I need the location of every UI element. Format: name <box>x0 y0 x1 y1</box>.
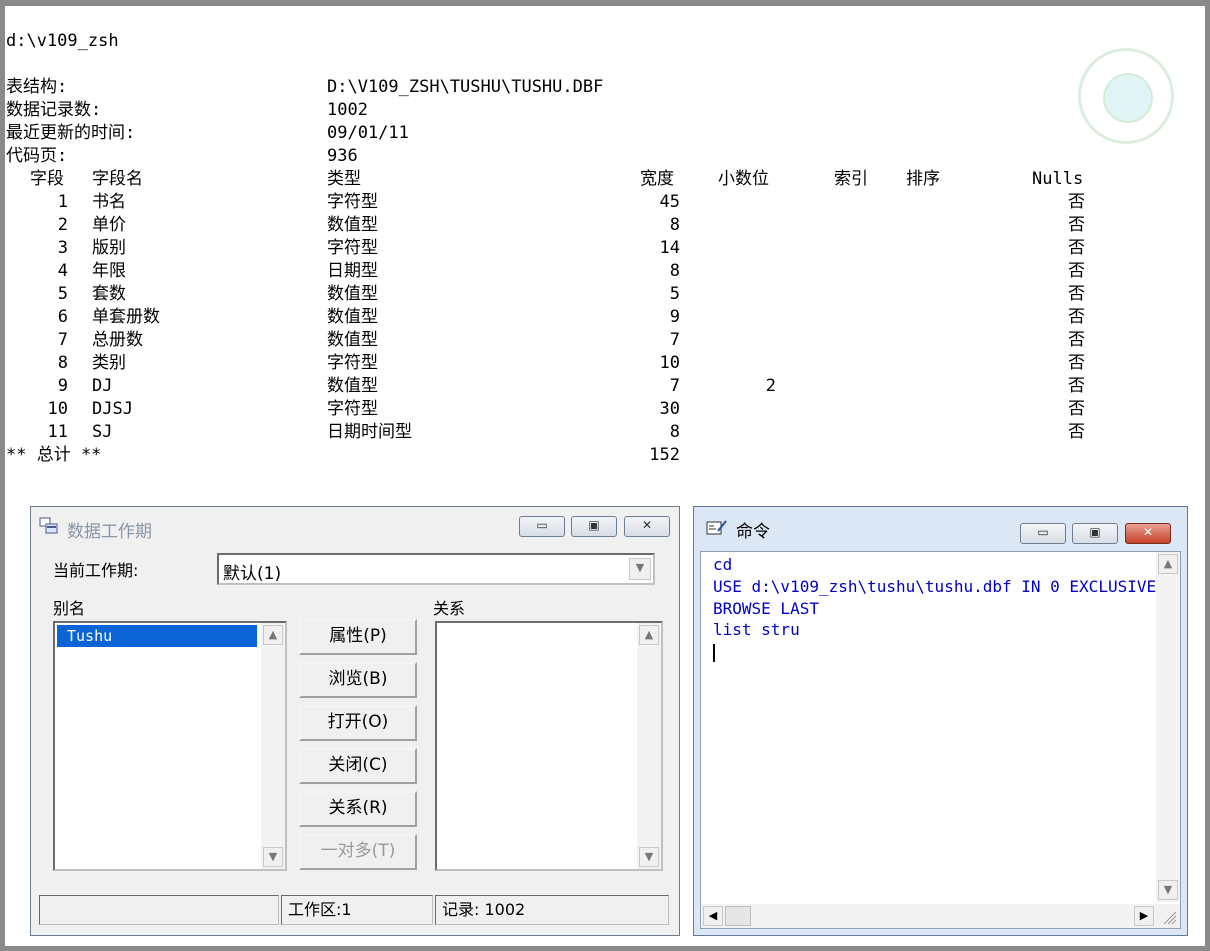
path-line: d:\v109_zsh <box>6 31 119 51</box>
command-titlebar[interactable]: 命令 ▭ ▣ ✕ <box>694 507 1187 545</box>
close-icon: ✕ <box>1142 525 1154 539</box>
chevron-down-icon: ▼ <box>635 561 645 574</box>
command-horizontal-scrollbar[interactable]: ◀ ▶ <box>701 904 1156 928</box>
list-item[interactable]: Tushu <box>57 625 257 647</box>
status-record: 记录: 1002 <box>435 895 669 925</box>
watermark-seal-center <box>1103 73 1153 123</box>
one-to-many-button[interactable]: 一对多(T) <box>299 834 417 870</box>
browse-button[interactable]: 浏览(B) <box>299 662 417 698</box>
properties-button[interactable]: 属性(P) <box>299 619 417 655</box>
command-app-icon <box>706 519 728 537</box>
relation-list[interactable]: ▲ ▼ <box>435 621 663 871</box>
command-minimize-button[interactable]: ▭ <box>1020 523 1066 544</box>
resize-grip-icon <box>1163 911 1177 925</box>
chevron-down-icon: ▼ <box>1163 883 1173 896</box>
command-scroll-thumb[interactable] <box>725 906 751 926</box>
struct-label: 表结构: <box>6 77 68 97</box>
datasession-minimize-button[interactable]: ▭ <box>519 516 565 537</box>
codepage-value: 936 <box>327 146 358 166</box>
datasession-maximize-button[interactable]: ▣ <box>571 516 617 537</box>
command-scroll-right[interactable]: ▶ <box>1134 906 1154 926</box>
chevron-up-icon: ▲ <box>644 628 654 641</box>
relation-scroll-up[interactable]: ▲ <box>639 625 659 645</box>
command-scroll-up[interactable]: ▲ <box>1158 554 1178 574</box>
maximize-icon: ▣ <box>588 518 600 532</box>
maximize-icon: ▣ <box>1089 525 1101 539</box>
close-table-button[interactable]: 关闭(C) <box>299 748 417 784</box>
status-workarea: 工作区:1 <box>281 895 433 925</box>
datasession-app-icon <box>39 517 59 535</box>
alias-label: 别名 <box>53 599 86 618</box>
header-name: 字段名 <box>92 169 143 189</box>
alias-scroll-up[interactable]: ▲ <box>263 625 283 645</box>
command-editor[interactable]: cd USE d:\v109_zsh\tushu\tushu.dbf IN 0 … <box>700 551 1181 929</box>
relation-label: 关系 <box>433 599 466 618</box>
chevron-up-icon: ▲ <box>268 628 278 641</box>
command-scroll-down[interactable]: ▼ <box>1158 880 1178 900</box>
current-session-dropdown-button[interactable]: ▼ <box>629 558 651 580</box>
alias-list[interactable]: Tushu ▲ ▼ <box>53 621 287 871</box>
command-line: USE d:\v109_zsh\tushu\tushu.dbf IN 0 EXC… <box>713 577 1157 596</box>
command-vertical-scrollbar[interactable]: ▲ ▼ <box>1156 552 1180 902</box>
header-field: 字段 <box>30 169 64 189</box>
minimize-icon: ▭ <box>536 518 548 532</box>
command-scroll-left[interactable]: ◀ <box>703 906 723 926</box>
minimize-icon: ▭ <box>1037 525 1049 539</box>
updated-value: 09/01/11 <box>327 123 409 143</box>
screen-frame-left <box>0 0 5 951</box>
current-session-label: 当前工作期: <box>53 561 139 580</box>
header-type: 类型 <box>327 169 361 189</box>
datasession-window[interactable]: 数据工作期 ▭ ▣ ✕ 当前工作期: 默认(1) ▼ 别名 关系 Tushu ▲… <box>30 506 680 936</box>
codepage-label: 代码页: <box>6 146 68 166</box>
updated-label: 最近更新的时间: <box>6 123 136 143</box>
header-nulls: Nulls <box>1032 169 1084 189</box>
alias-scrollbar[interactable]: ▲ ▼ <box>261 623 285 869</box>
records-label: 数据记录数: <box>6 100 102 120</box>
relation-scroll-down[interactable]: ▼ <box>639 847 659 867</box>
datasession-close-button[interactable]: ✕ <box>624 516 670 537</box>
command-line: cd <box>713 555 733 574</box>
open-button[interactable]: 打开(O) <box>299 705 417 741</box>
screen-frame-bottom <box>0 946 1210 951</box>
relation-scrollbar[interactable]: ▲ ▼ <box>637 623 661 869</box>
chevron-down-icon: ▼ <box>268 850 278 863</box>
alias-scroll-down[interactable]: ▼ <box>263 847 283 867</box>
chevron-right-icon: ▶ <box>1139 909 1149 922</box>
current-session-value: 默认(1) <box>223 564 282 584</box>
header-sort: 排序 <box>906 169 940 189</box>
close-icon: ✕ <box>641 518 653 532</box>
command-window[interactable]: 命令 ▭ ▣ ✕ cd USE d:\v109_zsh\tushu\tushu.… <box>693 506 1188 936</box>
status-empty <box>39 895 279 925</box>
total-label: ** 总计 ** <box>6 445 102 465</box>
text-cursor <box>713 644 715 662</box>
current-session-select[interactable]: 默认(1) ▼ <box>217 553 655 585</box>
command-line: list stru <box>713 620 800 639</box>
command-close-button[interactable]: ✕ <box>1125 523 1171 544</box>
records-value: 1002 <box>327 100 368 120</box>
screen-frame-right <box>1205 0 1210 951</box>
relations-button[interactable]: 关系(R) <box>299 791 417 827</box>
chevron-down-icon: ▼ <box>644 850 654 863</box>
resize-grip[interactable] <box>1156 904 1180 928</box>
chevron-up-icon: ▲ <box>1163 557 1173 570</box>
watermark-seal <box>1078 48 1174 144</box>
command-maximize-button[interactable]: ▣ <box>1072 523 1118 544</box>
datasession-titlebar[interactable]: 数据工作期 ▭ ▣ ✕ <box>31 507 679 545</box>
struct-value: D:\V109_ZSH\TUSHU\TUSHU.DBF <box>327 77 604 97</box>
header-width: 宽度 <box>640 169 674 189</box>
screen-frame-top <box>0 0 1210 6</box>
header-index: 索引 <box>834 169 868 189</box>
chevron-left-icon: ◀ <box>708 909 718 922</box>
alias-item-label: Tushu <box>67 627 113 645</box>
datasession-title: 数据工作期 <box>67 522 152 542</box>
command-title: 命令 <box>736 522 770 542</box>
command-line: BROWSE LAST <box>713 599 819 618</box>
total-value: 152 <box>649 445 680 465</box>
header-decimal: 小数位 <box>718 169 769 189</box>
